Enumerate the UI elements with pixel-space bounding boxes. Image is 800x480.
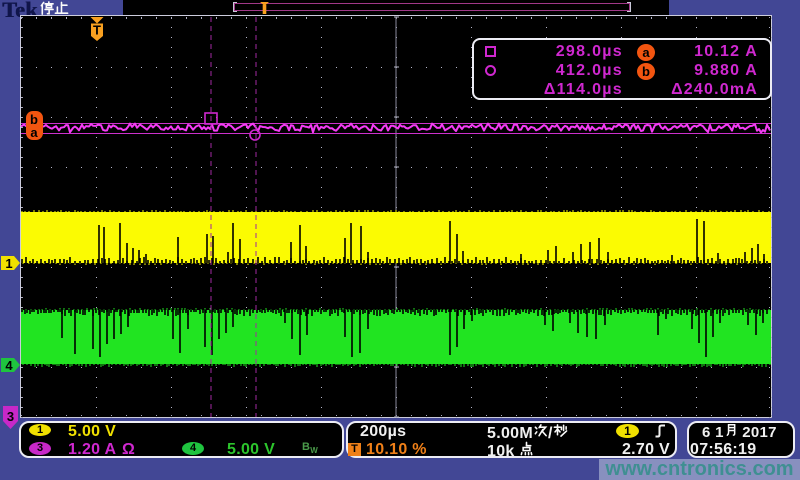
- svg-text:4: 4: [5, 358, 13, 373]
- svg-text:T: T: [93, 23, 101, 38]
- svg-text:1: 1: [5, 256, 12, 271]
- svg-text:a: a: [30, 125, 38, 140]
- svg-text:3: 3: [7, 409, 14, 424]
